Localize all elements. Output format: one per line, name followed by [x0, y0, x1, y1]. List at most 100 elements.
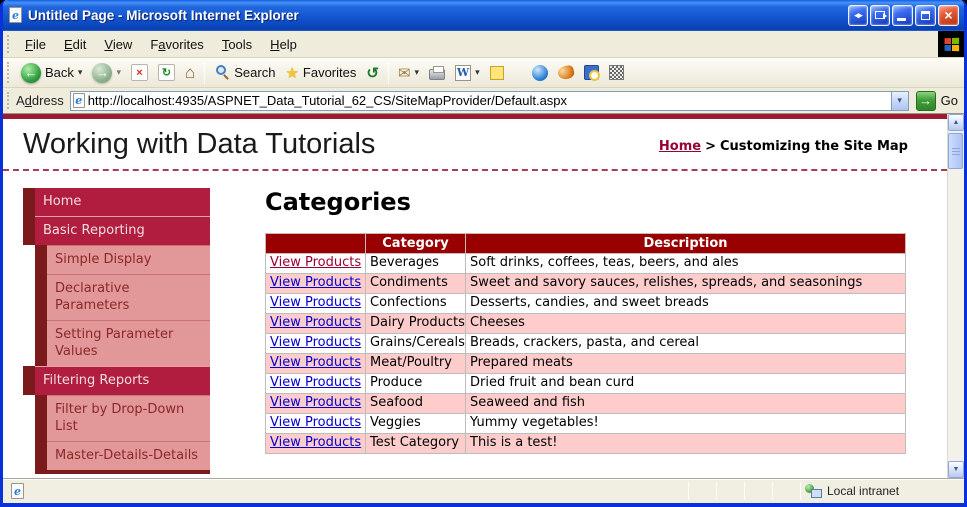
category-cell: Grains/Cereals	[365, 333, 466, 354]
horizontal-arrows-button[interactable]: ◂▸	[848, 4, 868, 26]
close-button[interactable]: ×	[938, 4, 959, 26]
favorites-button[interactable]: ★ Favorites	[280, 62, 361, 84]
forward-button[interactable]: → ▾	[87, 61, 126, 85]
discuss-button[interactable]	[485, 64, 509, 82]
mail-dropdown-icon[interactable]: ▾	[415, 67, 420, 78]
description-cell: Desserts, candies, and sweet breads	[465, 293, 906, 314]
view-products-link[interactable]: View Products	[270, 415, 361, 430]
windows-flag-icon	[944, 37, 959, 51]
maximize-button[interactable]	[915, 4, 936, 26]
scroll-down-button[interactable]: ▼	[948, 461, 964, 478]
pixel-grid-icon	[608, 65, 624, 80]
view-products-link[interactable]: View Products	[270, 255, 361, 270]
menu-file[interactable]: File	[16, 33, 55, 56]
table-row: View Products Beverages Soft drinks, cof…	[265, 253, 906, 274]
address-input[interactable]	[87, 92, 891, 109]
address-input-box: e ▾	[69, 90, 909, 111]
nav-accent-block	[35, 274, 47, 320]
sidebar-item-filter-by-drop-down-list[interactable]: Filter by Drop-Down List	[23, 395, 210, 441]
site-title: Working with Data Tutorials	[23, 128, 376, 160]
refresh-button[interactable]: ↻	[153, 62, 180, 83]
toolbar-grip[interactable]	[7, 62, 12, 83]
address-bar: Address e ▾ → Go	[3, 88, 964, 114]
word-dropdown-icon[interactable]: ▾	[475, 67, 480, 78]
scrollbar-track[interactable]	[948, 131, 964, 461]
print-button[interactable]	[424, 63, 450, 82]
breadcrumb-separator: >	[705, 139, 716, 154]
sidebar-clipped-item	[35, 470, 210, 474]
go-arrow-icon: →	[915, 90, 936, 111]
status-page-icon-cell: e	[7, 482, 28, 500]
table-row: View Products Veggies Yummy vegetables!	[265, 413, 906, 434]
search-button[interactable]: Search	[209, 63, 280, 83]
sidebar-item-basic-reporting[interactable]: Basic Reporting	[23, 216, 210, 245]
go-button[interactable]: → Go	[915, 90, 958, 111]
ie-e-glyph: e	[12, 8, 19, 22]
nav-accent-block	[35, 245, 47, 274]
view-products-link[interactable]: View Products	[270, 395, 361, 410]
edit-with-word-button[interactable]: W ▾	[450, 63, 485, 83]
popout-window-icon	[875, 11, 887, 19]
sidebar-item-home[interactable]: Home	[23, 188, 210, 216]
stop-button[interactable]: ×	[126, 62, 153, 83]
view-products-link[interactable]: View Products	[270, 335, 361, 350]
back-button[interactable]: ← Back ▾	[16, 61, 87, 85]
scroll-up-button[interactable]: ▲	[948, 114, 964, 131]
menu-view[interactable]: View	[95, 33, 141, 56]
description-cell: Sweet and savory sauces, relishes, sprea…	[465, 273, 906, 294]
view-products-link[interactable]: View Products	[270, 295, 361, 310]
addon-grid-button[interactable]	[604, 63, 629, 82]
minimize-button[interactable]	[892, 4, 913, 26]
sidebar-item-label: Basic Reporting	[35, 216, 210, 245]
table-row: View Products Confections Desserts, cand…	[265, 293, 906, 314]
minimize-icon	[897, 17, 906, 21]
category-cell: Seafood	[365, 393, 466, 414]
standard-buttons-toolbar: ← Back ▾ → ▾ × ↻ ⌂ Search ★ Favorites ↺ …	[3, 58, 964, 88]
vertical-scrollbar[interactable]: ▲ ▼	[947, 114, 964, 478]
sidebar-item-label: Home	[35, 188, 210, 216]
sidebar-item-label: Setting Parameter Values	[47, 320, 210, 366]
title-bar[interactable]: e Untitled Page - Microsoft Internet Exp…	[3, 0, 964, 30]
category-cell: Dairy Products	[365, 313, 466, 334]
status-message-cell	[28, 482, 688, 500]
menubar-grip[interactable]	[7, 34, 12, 54]
ie-app-icon: e	[9, 7, 22, 23]
popout-window-button[interactable]	[870, 4, 890, 26]
addressbar-grip[interactable]	[7, 91, 12, 110]
scrollbar-thumb[interactable]	[948, 133, 963, 169]
menu-favorites[interactable]: Favorites	[141, 33, 212, 56]
nav-accent-block	[23, 216, 35, 245]
home-button[interactable]: ⌂	[180, 62, 200, 83]
research-button[interactable]	[579, 63, 604, 82]
address-dropdown-button[interactable]: ▾	[890, 91, 908, 110]
menu-tools[interactable]: Tools	[213, 33, 261, 56]
sidebar-item-master-details-details[interactable]: Master-Details-Details	[23, 441, 210, 470]
addon-fox-button[interactable]	[553, 64, 579, 81]
maximize-icon	[921, 10, 930, 20]
mail-button[interactable]: ✉ ▾	[393, 62, 424, 84]
view-products-link[interactable]: View Products	[270, 435, 361, 450]
sidebar-item-simple-display[interactable]: Simple Display	[23, 245, 210, 274]
resize-grip[interactable]	[949, 490, 962, 503]
history-button[interactable]: ↺	[361, 62, 384, 84]
breadcrumb-home-link[interactable]: Home	[659, 139, 701, 154]
menu-edit[interactable]: Edit	[55, 33, 95, 56]
nav-accent-block	[35, 395, 47, 441]
category-cell: Condiments	[365, 273, 466, 294]
sidebar-item-declarative-parameters[interactable]: Declarative Parameters	[23, 274, 210, 320]
forward-dropdown-icon[interactable]: ▾	[116, 67, 121, 78]
view-products-link[interactable]: View Products	[270, 375, 361, 390]
view-products-link[interactable]: View Products	[270, 315, 361, 330]
sidebar-item-filtering-reports[interactable]: Filtering Reports	[23, 366, 210, 395]
forward-icon: →	[92, 62, 113, 83]
page-header: Working with Data Tutorials Home > Customi…	[3, 119, 947, 169]
messenger-button[interactable]	[527, 63, 553, 83]
sidebar-item-setting-parameter-values[interactable]: Setting Parameter Values	[23, 320, 210, 366]
description-cell: Cheeses	[465, 313, 906, 334]
view-products-link[interactable]: View Products	[270, 355, 361, 370]
breadcrumb-current: Customizing the Site Map	[720, 139, 908, 154]
menu-help[interactable]: Help	[261, 33, 306, 56]
back-dropdown-icon[interactable]: ▾	[78, 67, 83, 78]
nav-accent-block	[23, 366, 35, 395]
view-products-link[interactable]: View Products	[270, 275, 361, 290]
